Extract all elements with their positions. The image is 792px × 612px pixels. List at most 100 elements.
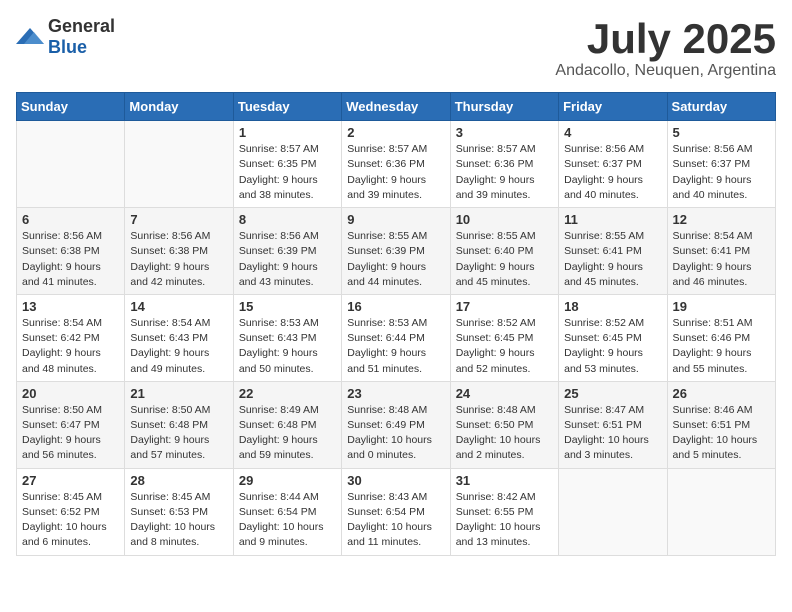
calendar-cell: 17Sunrise: 8:52 AM Sunset: 6:45 PM Dayli… [450, 294, 558, 381]
week-row-2: 6 Sunrise: 8:56 AM Sunset: 6:38 PM Daylig… [17, 208, 776, 295]
day-detail: Sunrise: 8:56 AM Sunset: 6:38 PM Dayligh… [130, 229, 227, 290]
day-detail: Sunrise: 8:57 AM Sunset: 6:35 PM Dayligh… [239, 142, 336, 203]
day-number: 24 [456, 386, 553, 401]
day-detail: Sunrise: 8:52 AM Sunset: 6:45 PM Dayligh… [564, 316, 661, 377]
day-number: 1 [239, 125, 336, 140]
day-detail: Sunrise: 8:47 AM Sunset: 6:51 PM Dayligh… [564, 403, 661, 464]
calendar-cell: 24 Sunrise: 8:48 AM Sunset: 6:50 PM Dayli… [450, 381, 558, 468]
day-number: 3 [456, 125, 553, 140]
main-title: July 2025 [555, 16, 776, 62]
day-detail: Sunrise: 8:44 AM Sunset: 6:54 PM Dayligh… [239, 490, 336, 551]
calendar-cell: 28 Sunrise: 8:45 AM Sunset: 6:53 PM Dayli… [125, 468, 233, 555]
day-number: 20 [22, 386, 119, 401]
calendar-cell: 6 Sunrise: 8:56 AM Sunset: 6:38 PM Daylig… [17, 208, 125, 295]
weekday-header-wednesday: Wednesday [342, 93, 450, 121]
calendar-cell: 5Sunrise: 8:56 AM Sunset: 6:37 PM Daylig… [667, 121, 775, 208]
calendar-header: SundayMondayTuesdayWednesdayThursdayFrid… [17, 93, 776, 121]
week-row-5: 27 Sunrise: 8:45 AM Sunset: 6:52 PM Dayli… [17, 468, 776, 555]
day-number: 27 [22, 473, 119, 488]
calendar-cell: 13 Sunrise: 8:54 AM Sunset: 6:42 PM Dayli… [17, 294, 125, 381]
weekday-header-thursday: Thursday [450, 93, 558, 121]
calendar-cell: 12 Sunrise: 8:54 AM Sunset: 6:41 PM Dayli… [667, 208, 775, 295]
calendar-cell: 2Sunrise: 8:57 AM Sunset: 6:36 PM Daylig… [342, 121, 450, 208]
calendar-body: 1 Sunrise: 8:57 AM Sunset: 6:35 PM Daylig… [17, 121, 776, 555]
day-detail: Sunrise: 8:52 AM Sunset: 6:45 PM Dayligh… [456, 316, 553, 377]
day-detail: Sunrise: 8:43 AM Sunset: 6:54 PM Dayligh… [347, 490, 444, 551]
day-detail: Sunrise: 8:54 AM Sunset: 6:41 PM Dayligh… [673, 229, 770, 290]
calendar-cell: 10Sunrise: 8:55 AM Sunset: 6:40 PM Dayli… [450, 208, 558, 295]
day-detail: Sunrise: 8:49 AM Sunset: 6:48 PM Dayligh… [239, 403, 336, 464]
day-detail: Sunrise: 8:48 AM Sunset: 6:50 PM Dayligh… [456, 403, 553, 464]
day-detail: Sunrise: 8:45 AM Sunset: 6:53 PM Dayligh… [130, 490, 227, 551]
weekday-header-friday: Friday [559, 93, 667, 121]
calendar-cell [17, 121, 125, 208]
calendar-cell: 20 Sunrise: 8:50 AM Sunset: 6:47 PM Dayli… [17, 381, 125, 468]
calendar-cell: 14Sunrise: 8:54 AM Sunset: 6:43 PM Dayli… [125, 294, 233, 381]
day-detail: Sunrise: 8:54 AM Sunset: 6:42 PM Dayligh… [22, 316, 119, 377]
logo-general: General [48, 16, 115, 36]
calendar-cell [559, 468, 667, 555]
week-row-1: 1 Sunrise: 8:57 AM Sunset: 6:35 PM Daylig… [17, 121, 776, 208]
calendar-cell: 7 Sunrise: 8:56 AM Sunset: 6:38 PM Daylig… [125, 208, 233, 295]
weekday-row: SundayMondayTuesdayWednesdayThursdayFrid… [17, 93, 776, 121]
calendar-cell: 1 Sunrise: 8:57 AM Sunset: 6:35 PM Daylig… [233, 121, 341, 208]
day-number: 16 [347, 299, 444, 314]
title-area: July 2025 Andacollo, Neuquen, Argentina [555, 16, 776, 80]
logo-icon [16, 26, 44, 48]
calendar-cell: 8 Sunrise: 8:56 AM Sunset: 6:39 PM Daylig… [233, 208, 341, 295]
day-number: 5 [673, 125, 770, 140]
day-detail: Sunrise: 8:53 AM Sunset: 6:44 PM Dayligh… [347, 316, 444, 377]
day-number: 18 [564, 299, 661, 314]
calendar-cell: 4 Sunrise: 8:56 AM Sunset: 6:37 PM Daylig… [559, 121, 667, 208]
calendar-cell [125, 121, 233, 208]
logo-blue: Blue [48, 37, 87, 57]
calendar-cell: 18 Sunrise: 8:52 AM Sunset: 6:45 PM Dayli… [559, 294, 667, 381]
day-number: 8 [239, 212, 336, 227]
calendar-cell: 27 Sunrise: 8:45 AM Sunset: 6:52 PM Dayli… [17, 468, 125, 555]
day-number: 22 [239, 386, 336, 401]
day-detail: Sunrise: 8:42 AM Sunset: 6:55 PM Dayligh… [456, 490, 553, 551]
day-detail: Sunrise: 8:50 AM Sunset: 6:47 PM Dayligh… [22, 403, 119, 464]
day-detail: Sunrise: 8:50 AM Sunset: 6:48 PM Dayligh… [130, 403, 227, 464]
day-detail: Sunrise: 8:56 AM Sunset: 6:39 PM Dayligh… [239, 229, 336, 290]
day-number: 2 [347, 125, 444, 140]
day-detail: Sunrise: 8:56 AM Sunset: 6:38 PM Dayligh… [22, 229, 119, 290]
calendar-cell [667, 468, 775, 555]
day-detail: Sunrise: 8:46 AM Sunset: 6:51 PM Dayligh… [673, 403, 770, 464]
day-number: 6 [22, 212, 119, 227]
day-number: 28 [130, 473, 227, 488]
day-number: 11 [564, 212, 661, 227]
calendar-cell: 23 Sunrise: 8:48 AM Sunset: 6:49 PM Dayli… [342, 381, 450, 468]
day-detail: Sunrise: 8:55 AM Sunset: 6:39 PM Dayligh… [347, 229, 444, 290]
calendar-cell: 21Sunrise: 8:50 AM Sunset: 6:48 PM Dayli… [125, 381, 233, 468]
day-number: 23 [347, 386, 444, 401]
day-number: 31 [456, 473, 553, 488]
week-row-4: 20 Sunrise: 8:50 AM Sunset: 6:47 PM Dayli… [17, 381, 776, 468]
day-number: 13 [22, 299, 119, 314]
day-number: 4 [564, 125, 661, 140]
day-number: 29 [239, 473, 336, 488]
week-row-3: 13 Sunrise: 8:54 AM Sunset: 6:42 PM Dayli… [17, 294, 776, 381]
calendar-cell: 30 Sunrise: 8:43 AM Sunset: 6:54 PM Dayli… [342, 468, 450, 555]
day-detail: Sunrise: 8:56 AM Sunset: 6:37 PM Dayligh… [564, 142, 661, 203]
day-detail: Sunrise: 8:55 AM Sunset: 6:41 PM Dayligh… [564, 229, 661, 290]
day-number: 7 [130, 212, 227, 227]
day-number: 15 [239, 299, 336, 314]
weekday-header-tuesday: Tuesday [233, 93, 341, 121]
day-detail: Sunrise: 8:54 AM Sunset: 6:43 PM Dayligh… [130, 316, 227, 377]
day-number: 9 [347, 212, 444, 227]
weekday-header-sunday: Sunday [17, 93, 125, 121]
calendar-cell: 25Sunrise: 8:47 AM Sunset: 6:51 PM Dayli… [559, 381, 667, 468]
day-number: 30 [347, 473, 444, 488]
day-detail: Sunrise: 8:55 AM Sunset: 6:40 PM Dayligh… [456, 229, 553, 290]
day-number: 26 [673, 386, 770, 401]
weekday-header-monday: Monday [125, 93, 233, 121]
day-detail: Sunrise: 8:45 AM Sunset: 6:52 PM Dayligh… [22, 490, 119, 551]
day-number: 12 [673, 212, 770, 227]
calendar-cell: 16 Sunrise: 8:53 AM Sunset: 6:44 PM Dayli… [342, 294, 450, 381]
calendar-cell: 26 Sunrise: 8:46 AM Sunset: 6:51 PM Dayli… [667, 381, 775, 468]
logo-text: General Blue [48, 16, 115, 58]
day-detail: Sunrise: 8:48 AM Sunset: 6:49 PM Dayligh… [347, 403, 444, 464]
weekday-header-saturday: Saturday [667, 93, 775, 121]
calendar-cell: 29 Sunrise: 8:44 AM Sunset: 6:54 PM Dayli… [233, 468, 341, 555]
